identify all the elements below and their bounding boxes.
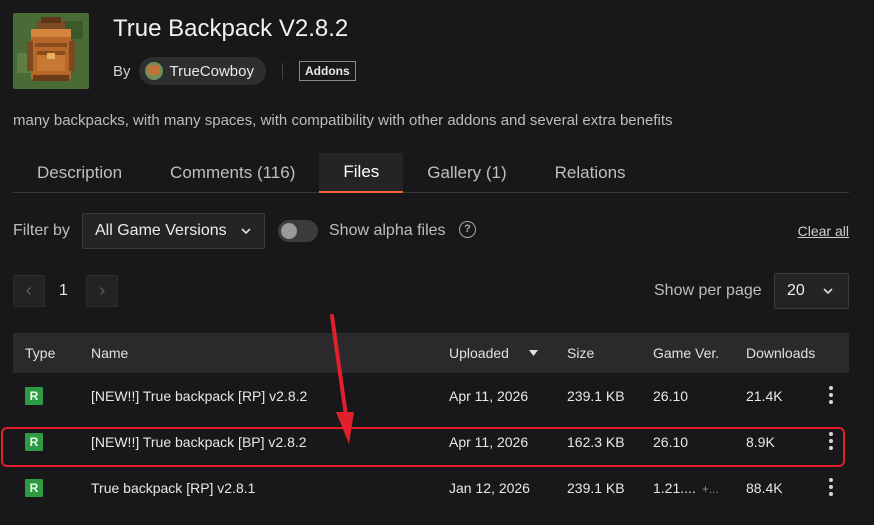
project-files-page: True Backpack V2.8.2 By TrueCowboy Addon… [0,0,874,525]
game-version-select[interactable]: All Game Versions [82,213,265,249]
chevron-down-icon [241,228,251,235]
previous-page-button[interactable] [13,275,45,307]
file-game-version: 1.21.... +... [653,480,719,496]
tab-gallery[interactable]: Gallery (1) [403,153,530,193]
file-uploaded: Jan 12, 2026 [449,480,530,496]
column-type[interactable]: Type [25,345,55,361]
file-game-version: 26.10 [653,388,689,404]
chevron-right-icon [100,287,105,295]
sort-desc-icon[interactable] [529,350,538,356]
alpha-files-label: Show alpha files [329,222,446,239]
alpha-files-toggle[interactable] [278,220,318,242]
file-size: 239.1 KB [567,480,625,496]
per-page-value: 20 [787,282,805,299]
filter-label: Filter by [13,222,70,239]
file-game-version-value: 1.21.... [653,480,696,496]
tab-files[interactable]: Files [319,153,404,193]
per-page-label: Show per page [654,282,762,299]
tab-description[interactable]: Description [13,153,146,193]
author-link[interactable]: TrueCowboy [138,57,266,85]
project-summary: many backpacks, with many spaces, with c… [13,112,673,129]
project-title: True Backpack V2.8.2 [113,15,349,42]
column-uploaded[interactable]: Uploaded [449,345,509,361]
table-row[interactable]: R True backpack [RP] v2.8.1 Jan 12, 2026… [13,465,849,511]
filter-bar: Filter by All Game Versions Show alpha f… [13,213,849,249]
project-header: True Backpack V2.8.2 By TrueCowboy Addon… [13,13,861,89]
more-versions-indicator[interactable]: +... [702,482,719,496]
byline: By TrueCowboy Addons [113,57,356,85]
kebab-menu-icon[interactable] [825,386,837,406]
project-tabs: Description Comments (116) Files Gallery… [13,153,849,193]
chevron-down-icon [823,288,833,295]
clear-all-link[interactable]: Clear all [798,223,849,239]
toggle-knob [281,223,297,239]
table-row[interactable]: R [NEW!!] True backpack [RP] v2.8.2 Apr … [13,373,849,419]
files-table: Type Name Uploaded Size Game Ver. Downlo… [13,333,849,511]
author-name: TrueCowboy [169,62,254,80]
column-size[interactable]: Size [567,345,594,361]
kebab-menu-icon[interactable] [825,478,837,498]
next-page-button[interactable] [86,275,118,307]
help-icon[interactable]: ? [459,221,476,238]
per-page-select[interactable]: 20 [774,273,849,309]
file-uploaded: Apr 11, 2026 [449,388,529,404]
column-name[interactable]: Name [91,345,128,361]
file-size: 239.1 KB [567,388,625,404]
file-downloads: 88.4K [746,480,783,496]
table-header: Type Name Uploaded Size Game Ver. Downlo… [13,333,849,373]
column-game-version[interactable]: Game Ver. [653,345,719,361]
column-downloads[interactable]: Downloads [746,345,815,361]
author-avatar [144,62,163,80]
highlight-box [1,427,845,467]
tab-comments[interactable]: Comments (116) [146,153,319,193]
file-name-link[interactable]: [NEW!!] True backpack [RP] v2.8.2 [91,388,307,404]
game-version-value: All Game Versions [95,222,227,239]
byline-divider [282,63,283,79]
release-type-badge: R [25,387,43,405]
file-downloads: 21.4K [746,388,783,404]
backpack-thumbnail-icon [13,13,89,89]
red-arrow-annotation [330,314,354,444]
file-name-link[interactable]: True backpack [RP] v2.8.1 [91,480,255,496]
category-tag[interactable]: Addons [299,61,356,81]
backpack-thumbnail [13,13,89,89]
current-page-number[interactable]: 1 [59,282,68,300]
pagination-bar: 1 Show per page 20 [13,273,849,309]
by-label: By [113,62,131,80]
tab-relations[interactable]: Relations [531,153,650,193]
chevron-left-icon [26,287,31,295]
release-type-badge: R [25,479,43,497]
